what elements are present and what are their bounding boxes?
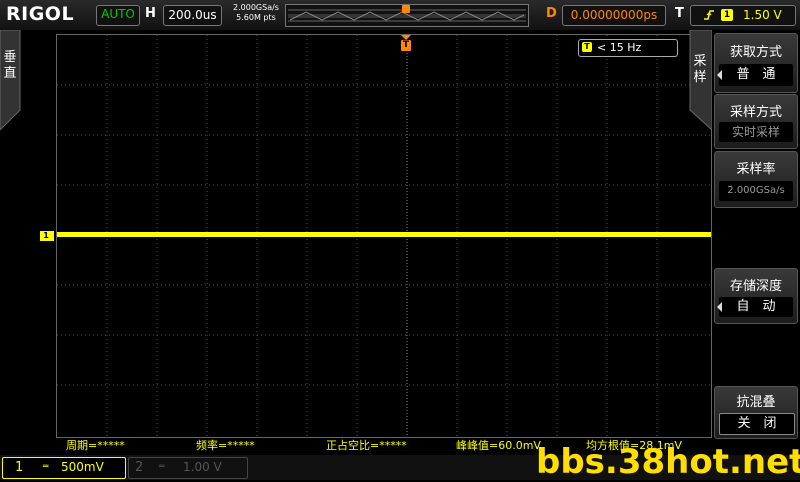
acquisition-info: 2.000GSa/s 5.60M pts [226,3,286,23]
memory-depth-button[interactable]: 存储深度 自 动 [714,268,798,324]
memory-overview-strip[interactable] [285,4,529,27]
horizontal-label: H [145,6,156,21]
acquire-mode-button[interactable]: 获取方式 普 通 [714,33,798,93]
sample-rate-title: 采样率 [736,162,776,177]
trigger-position-label: T [402,40,410,50]
memory-trigger-marker [402,5,410,13]
timebase-value: 200.0us [168,8,217,22]
ch1-offset-marker[interactable]: 1 [40,231,54,241]
ch1-marker-label: 1 [43,231,49,240]
sample-rate-text: 2.000GSa/s [233,3,279,12]
anti-aliasing-title: 抗混叠 [736,395,776,410]
ch1-status-button[interactable]: 1 ═ 500mV [2,457,126,479]
anti-aliasing-button[interactable]: 抗混叠 关 闭 [714,386,798,439]
measure-frequency: 频率=***** [196,439,255,452]
delay-value: 0.00000000ps [570,8,658,22]
cycle-left-icon [717,70,722,80]
site-watermark: bbs.38hot.net [536,442,800,482]
sample-rate-button[interactable]: 采样率 2.000GSa/s [714,151,798,208]
sample-rate-menu-value: 2.000GSa/s [719,181,793,201]
delay-label: D [546,6,557,21]
acquire-tab-label: 采样 [693,54,707,85]
trigger-label: T [675,6,684,21]
acquire-mode-value: 普 通 [719,64,793,86]
measure-peak-to-peak: 峰峰值=60.0mV [456,439,541,452]
trigger-level-value: 1.50 V [743,8,782,22]
rising-edge-icon [704,10,714,20]
measure-period: 周期=***** [66,439,125,452]
trigger-control[interactable]: 1 1.50 V [690,5,796,26]
waveform-grid[interactable] [56,34,712,438]
ch1-trace [57,232,711,237]
run-state-button[interactable]: AUTO [96,5,140,26]
graticule [57,35,711,437]
sampling-mode-title: 采样方式 [729,105,782,120]
measure-duty-cycle: 正占空比=***** [326,439,407,452]
memory-depth-title: 存储深度 [729,279,782,294]
trigger-freq-value: < 15 Hz [597,41,642,54]
dc-coupling-icon: ═ [43,462,49,472]
anti-aliasing-value: 关 闭 [719,413,795,435]
trigger-position-marker[interactable]: T [400,35,412,57]
acquire-mode-title: 获取方式 [729,45,782,60]
timebase-control[interactable]: 200.0us [163,5,222,26]
delay-control[interactable]: 0.00000000ps [562,5,666,26]
dc-coupling-icon: ═ [159,462,165,472]
trigger-frequency-readout: T < 15 Hz [578,39,678,57]
trigger-source-badge: 1 [721,9,733,21]
ch2-number: 2 [135,460,144,475]
ch2-status-button[interactable]: 2 ═ 1.00 V [128,457,248,479]
sampling-mode-value: 实时采样 [719,122,793,142]
vertical-tab-label: 垂直 [3,50,17,81]
ch1-scale-value: 500mV [61,460,104,474]
memory-points-text: 5.60M pts [236,13,276,22]
ch1-number: 1 [15,460,24,475]
cycle-left-icon [717,302,722,312]
ch2-scale-value: 1.00 V [183,460,222,474]
memory-depth-value: 自 动 [719,297,793,317]
brand-logo: RIGOL [6,3,75,25]
run-state-label: AUTO [101,7,135,21]
trigger-freq-icon: T [582,42,592,52]
sampling-mode-button[interactable]: 采样方式 实时采样 [714,94,798,149]
